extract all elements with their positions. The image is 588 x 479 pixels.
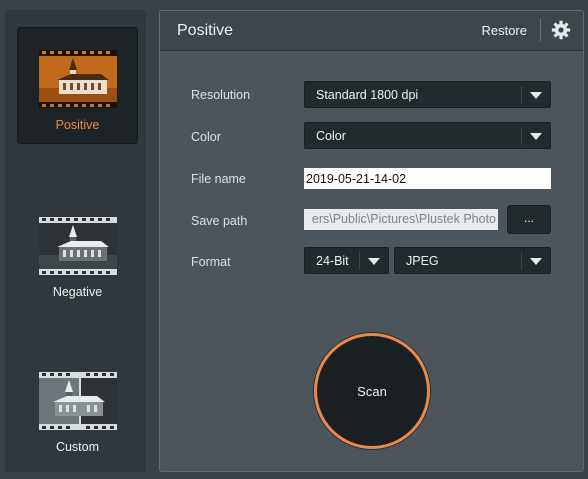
dropdown-separator xyxy=(521,86,522,104)
panel-header: Positive Restore xyxy=(160,11,583,51)
dropdown-separator xyxy=(521,127,522,145)
church-custom-film-icon xyxy=(38,372,117,430)
save-path-field[interactable]: ers\Public\Pictures\Plustek Photo xyxy=(304,209,498,230)
church-negative-film-icon xyxy=(38,217,117,275)
mode-custom-label: Custom xyxy=(55,440,100,454)
color-value: Color xyxy=(316,129,346,143)
chevron-down-icon xyxy=(530,258,542,265)
resolution-select[interactable]: Standard 1800 dpi xyxy=(304,81,551,108)
mode-positive-label: Positive xyxy=(55,118,100,132)
chevron-down-icon xyxy=(530,133,542,140)
scan-label: Scan xyxy=(357,383,387,399)
chevron-down-icon xyxy=(368,258,380,265)
mode-custom[interactable]: Custom xyxy=(17,350,138,467)
header-divider xyxy=(540,19,541,41)
file-type-value: JPEG xyxy=(406,254,439,268)
bit-depth-select[interactable]: 24-Bit xyxy=(304,247,389,274)
mode-positive[interactable]: Positive xyxy=(17,27,138,144)
file-type-select[interactable]: JPEG xyxy=(394,247,551,274)
file-name-field[interactable] xyxy=(304,168,551,189)
page-title: Positive xyxy=(177,22,234,39)
dropdown-separator xyxy=(521,252,522,270)
gear-icon[interactable] xyxy=(551,20,571,40)
church-positive-film-icon xyxy=(38,50,117,108)
mode-sidebar: Positive Negative Custom xyxy=(5,10,146,472)
color-label: Color xyxy=(191,130,221,144)
chevron-down-icon xyxy=(530,92,542,99)
file-name-label: File name xyxy=(191,172,246,186)
dropdown-separator xyxy=(359,252,360,270)
mode-negative-label: Negative xyxy=(52,285,103,299)
browse-button[interactable]: ... xyxy=(507,205,551,234)
scan-button[interactable]: Scan xyxy=(314,333,430,449)
mode-negative[interactable]: Negative xyxy=(17,195,138,312)
save-path-value: ers\Public\Pictures\Plustek Photo xyxy=(311,212,496,226)
resolution-value: Standard 1800 dpi xyxy=(316,88,419,102)
settings-panel: Positive Restore Resolution Standard 180… xyxy=(159,10,584,472)
bit-depth-value: 24-Bit xyxy=(316,254,349,268)
format-label: Format xyxy=(191,255,231,269)
restore-button[interactable]: Restore xyxy=(481,23,527,38)
resolution-label: Resolution xyxy=(191,88,251,102)
color-select[interactable]: Color xyxy=(304,122,551,149)
save-path-label: Save path xyxy=(191,214,248,228)
